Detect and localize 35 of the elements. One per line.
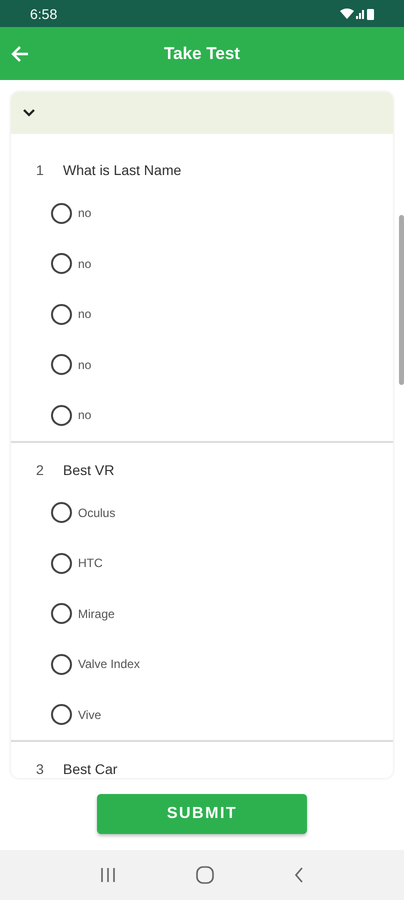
option-label: no [78, 307, 92, 322]
option-label: no [78, 256, 92, 271]
question-number: 3 [36, 761, 45, 777]
radio-button[interactable] [51, 304, 72, 325]
status-icons [340, 8, 374, 20]
radio-button[interactable] [51, 354, 72, 376]
radio-button[interactable] [51, 502, 72, 524]
chevron-down-icon [23, 109, 35, 117]
back-arrow-icon [10, 44, 30, 64]
radio-button[interactable] [51, 603, 72, 624]
option-label: no [78, 408, 92, 422]
option-label: no [78, 206, 92, 220]
submit-button[interactable]: SUBMIT [97, 794, 307, 834]
option-label: Mirage [78, 606, 115, 621]
option-label: Oculus [78, 506, 116, 520]
option-label: no [78, 358, 92, 372]
screen-title: Take Test [163, 44, 241, 64]
question-text: What is Last Name [63, 162, 182, 178]
chevron-left-icon [294, 867, 304, 883]
option-label: Vive [78, 708, 102, 722]
radio-button[interactable] [51, 404, 72, 426]
radio-button[interactable] [51, 654, 72, 675]
question-number: 1 [36, 162, 45, 178]
home-icon [196, 866, 214, 884]
radio-button[interactable] [51, 202, 72, 224]
radio-button[interactable] [51, 253, 72, 274]
radio-button[interactable] [51, 552, 72, 574]
radio-button[interactable] [51, 704, 72, 726]
question-text: Best Car [63, 761, 118, 777]
question-text: Best VR [63, 462, 114, 478]
option-label: Valve Index [78, 657, 140, 672]
question-number: 2 [36, 462, 45, 478]
option-label: HTC [78, 556, 103, 570]
status-time: 6:58 [30, 6, 58, 22]
recent-apps-icon [100, 867, 116, 883]
